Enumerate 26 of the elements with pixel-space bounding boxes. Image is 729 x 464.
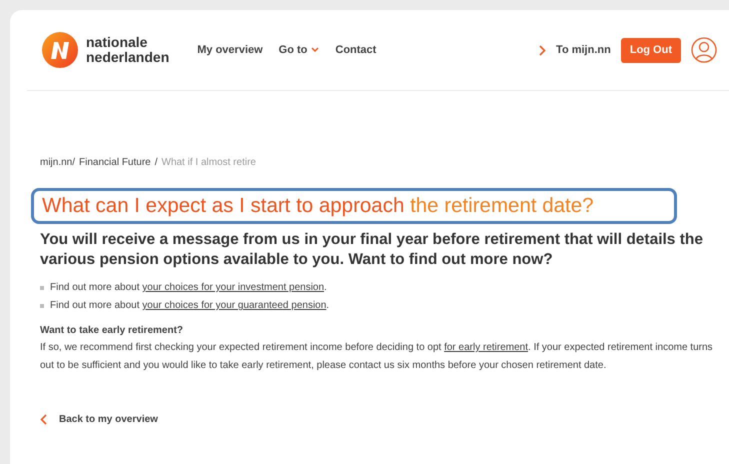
chevron-icon — [40, 414, 47, 425]
nav-link[interactable]: Go to — [278, 44, 320, 56]
bullet-text: Find out more about your choices for your investment pension. — [50, 281, 327, 295]
caret-icon — [311, 47, 320, 53]
breadcrumb-current: What if I almost retire — [162, 157, 256, 168]
section-title: Want to take early retirement? — [40, 325, 184, 336]
paragraph: If so, we recommend first checking your expected retirement income before deciding to opt for early retirement. If your expected retirement income turns out to be sufficient and you would like to take early retirement, please contact us six months before your chosen retirement date. — [40, 341, 714, 372]
chevron-icon — [539, 44, 546, 56]
text-link[interactable]: your choices for your investment pension — [142, 282, 324, 293]
text-link[interactable]: your choices for your guaranteed pension — [142, 300, 326, 311]
breadcrumb-separator: / — [154, 157, 158, 168]
portal-link[interactable]: To mijn.nn — [556, 44, 611, 56]
nav-link[interactable]: Contact — [335, 44, 376, 56]
logo-icon — [41, 31, 79, 69]
page-heading: What can I expect as I start to approach the retirement date? — [42, 194, 595, 218]
intro-text: You will receive a message from us in your final year before retirement that will details the various pension options available to you. Want to find out more now? — [40, 230, 704, 270]
bullet-icon — [40, 304, 44, 308]
bullet-icon — [40, 286, 44, 290]
breadcrumb-link[interactable]: Financial Future — [79, 157, 151, 168]
nav-link[interactable]: My overview — [197, 44, 263, 56]
text-link[interactable]: for early retirement — [444, 342, 528, 353]
logo-text: nationale nederlanden — [86, 35, 170, 65]
back-link[interactable]: Back to my overview — [40, 414, 729, 425]
breadcrumb-link[interactable]: mijn.nn/ — [40, 157, 76, 168]
bullet-text: Find out more about your choices for your guaranteed pension. — [50, 299, 330, 313]
user-icon[interactable] — [691, 37, 717, 63]
